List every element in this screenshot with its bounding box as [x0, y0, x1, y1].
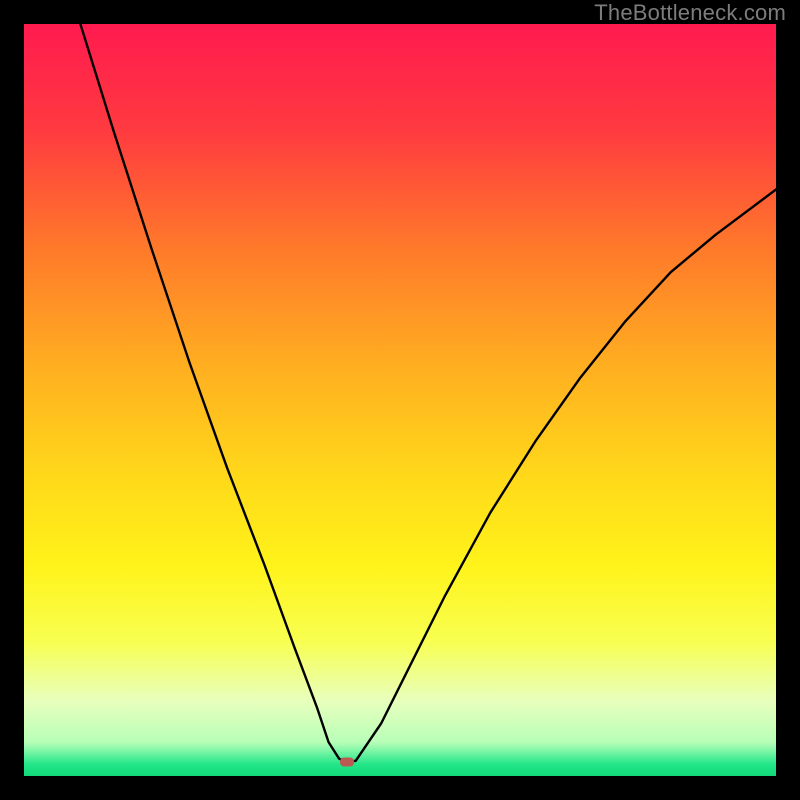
gradient-background [24, 24, 776, 776]
chart-frame: TheBottleneck.com [0, 0, 800, 800]
plot-area [24, 24, 776, 776]
optimum-marker [340, 757, 354, 766]
chart-svg [24, 24, 776, 776]
watermark-text: TheBottleneck.com [594, 2, 786, 24]
